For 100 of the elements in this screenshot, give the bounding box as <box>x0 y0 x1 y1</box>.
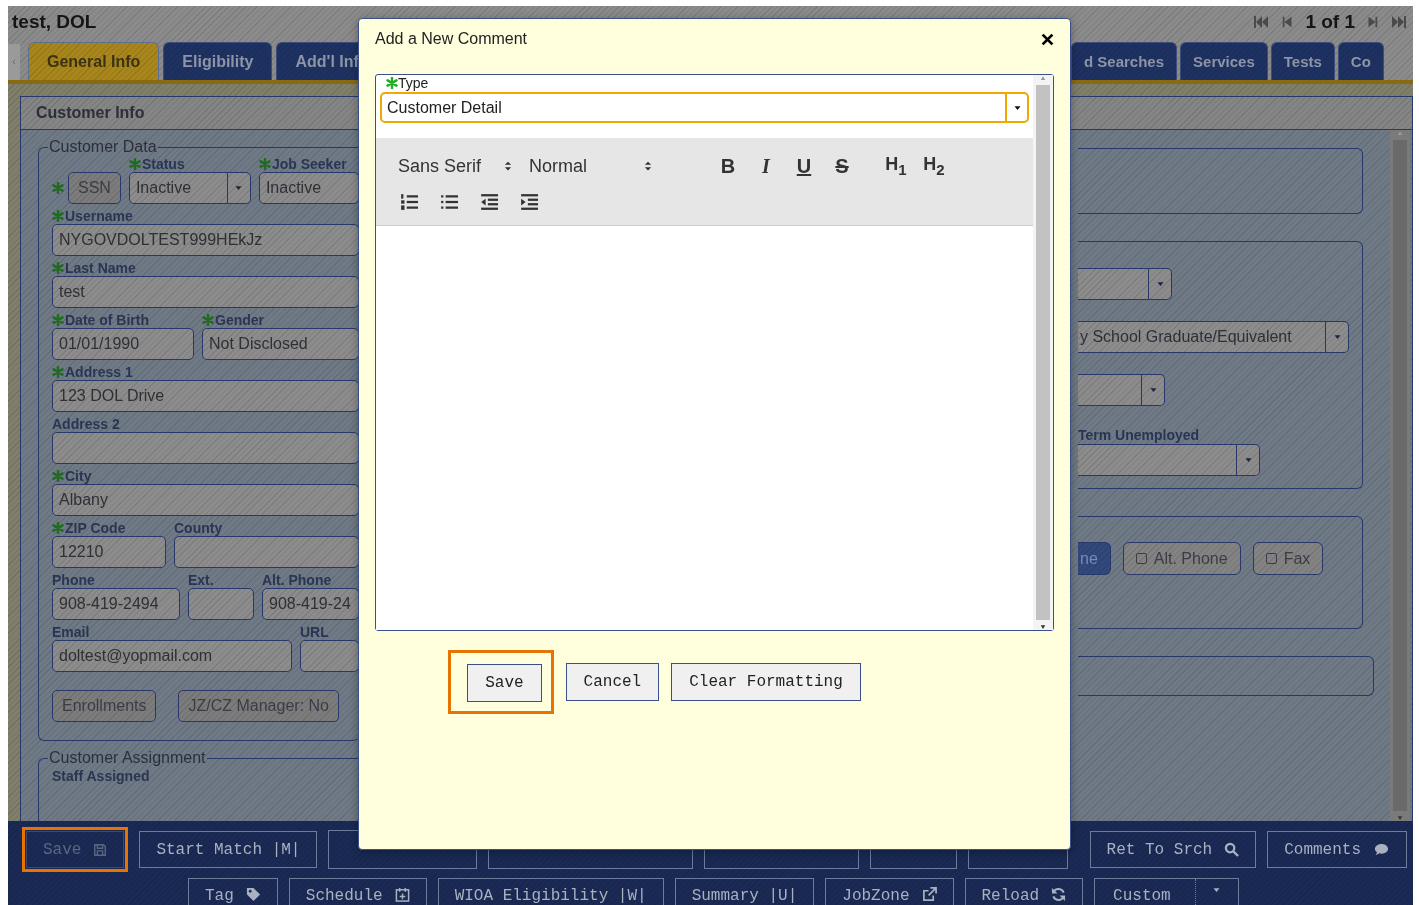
text-field[interactable]: 908-419-24 <box>262 588 359 620</box>
text-field[interactable] <box>188 588 254 620</box>
dropdown[interactable]: Inactive <box>128 172 251 204</box>
checkbox[interactable] <box>1135 553 1147 564</box>
text-field[interactable] <box>52 432 359 464</box>
toolbar-button[interactable]: Tag <box>188 878 278 905</box>
customer-name: test, DOL <box>12 11 97 33</box>
toolbar-button[interactable]: Summary |U| <box>674 878 815 905</box>
caret-icon <box>1332 334 1342 340</box>
floppy-icon <box>93 842 108 857</box>
italic-button[interactable]: I <box>747 154 785 178</box>
dropdown[interactable] <box>1078 374 1165 406</box>
tab[interactable]: d Searches <box>1071 42 1178 80</box>
toolbar-button[interactable]: Comments <box>1267 831 1407 868</box>
heading-button[interactable]: H$_{1}$ <box>877 154 915 178</box>
field-label: County <box>174 520 223 536</box>
field-label: Status <box>141 156 185 172</box>
dropdown[interactable] <box>1078 444 1260 476</box>
field-label: Alt. Phone <box>262 572 332 588</box>
text-field[interactable] <box>174 536 359 568</box>
caret-icon <box>1012 104 1022 111</box>
scrollbar[interactable] <box>1033 75 1053 630</box>
text-field[interactable]: Not Disclosed <box>202 328 359 360</box>
underline-button[interactable]: U <box>785 154 823 178</box>
text-field[interactable]: 12210 <box>52 536 166 568</box>
tab[interactable]: General Info <box>28 42 160 80</box>
field-label: City <box>65 468 92 484</box>
field-label: Date of Birth <box>65 312 149 328</box>
close-button[interactable] <box>1041 32 1054 46</box>
toolbar-button[interactable]: Reload <box>964 878 1084 905</box>
field-label: URL <box>300 624 329 640</box>
indent-icon <box>518 193 540 211</box>
speech-bubble-icon <box>1373 842 1390 857</box>
text-field[interactable]: doltest@yopmail.com <box>52 640 292 672</box>
contact-option[interactable]: Fax <box>1252 542 1324 575</box>
field-label: Last Name <box>65 260 136 276</box>
form-button[interactable]: Enrollments <box>52 690 157 722</box>
field-label: Username <box>65 208 133 224</box>
caret-icon <box>1212 887 1222 893</box>
text-field[interactable]: NYGOVDOLTEST999HEkJz <box>52 224 359 256</box>
toolbar-button[interactable]: Ret To Srch <box>1089 831 1257 868</box>
group-title: Customer Data <box>48 138 158 156</box>
dialog-button[interactable]: Save <box>467 664 542 702</box>
bullet-list-button[interactable] <box>438 193 460 211</box>
bold-button[interactable]: B <box>709 154 747 178</box>
tab[interactable]: Tests <box>1270 42 1335 80</box>
heading-button[interactable]: H$_{2}$ <box>915 154 953 178</box>
dialog-button[interactable]: Cancel <box>565 663 660 701</box>
caret-icon <box>1155 281 1165 287</box>
font-picker[interactable]: Sans Serif <box>398 155 529 177</box>
outdent-icon <box>478 193 500 211</box>
checkbox[interactable] <box>1265 553 1277 564</box>
split-button[interactable]: Custom <box>1094 878 1239 905</box>
search-icon <box>1224 842 1240 857</box>
toolbar-button[interactable]: Start Match |M| <box>139 831 318 868</box>
toolbar-button[interactable]: WIOA Eligibility |W| <box>437 878 664 905</box>
chevron-left-icon <box>11 57 17 67</box>
strikethrough-button[interactable]: S <box>823 154 861 178</box>
tab[interactable]: Eligibility <box>163 42 273 80</box>
external-link-icon <box>921 887 937 902</box>
text-field[interactable] <box>300 640 359 672</box>
close-icon <box>1041 32 1054 46</box>
section-title: Customer Info <box>36 104 145 122</box>
dropdown[interactable]: Customer Detail <box>380 92 1029 123</box>
dropdown[interactable] <box>1078 268 1172 300</box>
field-label: Phone <box>52 572 95 588</box>
text-field[interactable]: 01/01/1990 <box>52 328 194 360</box>
field-label: Term Unemployed <box>1078 427 1201 443</box>
text-field[interactable]: 123 DOL Drive <box>52 380 359 412</box>
outdent-button[interactable] <box>478 193 500 211</box>
refresh-icon <box>1051 887 1067 902</box>
scrollbar[interactable] <box>1390 130 1410 821</box>
tag-icon <box>245 887 261 902</box>
field-label: Staff Assigned <box>52 768 150 784</box>
field-label: ZIP Code <box>65 520 126 536</box>
form-button[interactable]: SSN <box>68 172 121 204</box>
numbered-list-icon <box>398 193 420 211</box>
text-field[interactable]: 908-419-2494 <box>52 588 180 620</box>
tab[interactable]: Services <box>1180 42 1268 80</box>
text-field[interactable]: Inactive <box>258 172 359 204</box>
text-field[interactable]: test <box>52 276 359 308</box>
field-label: Address 2 <box>52 416 120 432</box>
numbered-list-button[interactable] <box>398 193 420 211</box>
field-label: Email <box>52 624 90 640</box>
dropdown[interactable]: y School Graduate/Equivalent <box>1078 321 1349 353</box>
dialog-title: Add a New Comment <box>375 30 528 48</box>
toolbar-button[interactable]: JobZone <box>825 878 954 905</box>
group-title: Customer Assignment <box>48 749 207 767</box>
text-field[interactable]: Albany <box>52 484 359 516</box>
indent-button[interactable] <box>518 193 540 211</box>
tab[interactable]: Co <box>1337 42 1384 80</box>
size-picker[interactable]: Normal <box>529 155 669 177</box>
field-label: Gender <box>215 312 264 328</box>
contact-option[interactable]: Alt. Phone <box>1122 542 1241 575</box>
toolbar-button[interactable]: Schedule <box>288 878 427 905</box>
contact-option[interactable]: ne <box>1078 542 1111 575</box>
dialog-button[interactable]: Clear Formatting <box>671 663 861 701</box>
form-button[interactable]: JZ/CZ Manager: No <box>178 690 339 722</box>
field-label: Type <box>398 75 429 91</box>
page-indicator: 1 of 1 <box>1305 11 1355 33</box>
